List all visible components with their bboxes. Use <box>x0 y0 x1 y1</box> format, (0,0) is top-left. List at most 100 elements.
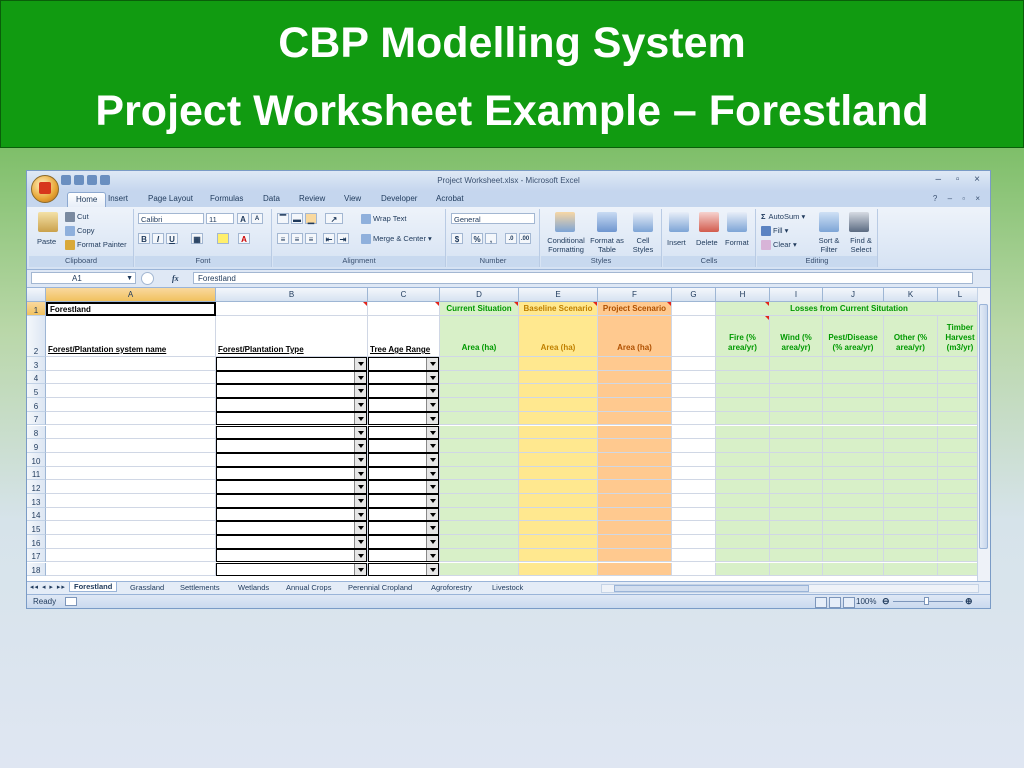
delete-cells-icon[interactable] <box>699 212 719 232</box>
dropdown-B5[interactable] <box>216 384 367 399</box>
cell-K18[interactable] <box>884 562 938 577</box>
cell-G1[interactable] <box>672 302 716 316</box>
cell-K5[interactable] <box>884 384 938 399</box>
dropdown-B3[interactable] <box>216 357 367 371</box>
chevron-down-icon[interactable] <box>354 426 366 439</box>
cell-styles-button[interactable]: Cell Styles <box>627 236 659 254</box>
cell-J16[interactable] <box>823 535 884 549</box>
chevron-down-icon[interactable] <box>426 563 438 576</box>
cell-D2[interactable]: Area (ha) <box>440 316 519 357</box>
cell-D7[interactable] <box>440 411 519 426</box>
cell-E13[interactable] <box>519 494 598 508</box>
delete-button[interactable]: Delete <box>696 238 718 247</box>
chevron-down-icon[interactable] <box>354 385 366 398</box>
cell-H2[interactable]: Fire (% area/yr) <box>716 316 770 357</box>
cell-A5[interactable] <box>46 384 216 399</box>
dropdown-C18[interactable] <box>368 562 439 577</box>
column-header-C[interactable]: C <box>368 288 440 302</box>
cell-G13[interactable] <box>672 494 716 508</box>
dropdown-B6[interactable] <box>216 398 367 412</box>
cell-H8[interactable] <box>716 425 770 440</box>
chevron-down-icon[interactable] <box>426 399 438 411</box>
cell-K11[interactable] <box>884 466 938 481</box>
cell-A10[interactable] <box>46 452 216 467</box>
cell-F6[interactable] <box>598 398 672 412</box>
tab-acrobat[interactable]: Acrobat <box>436 194 464 203</box>
cell-I3[interactable] <box>770 357 823 371</box>
insert-button[interactable]: Insert <box>667 238 686 247</box>
decrease-indent-icon[interactable]: ⇤ <box>323 233 335 244</box>
cell-A3[interactable] <box>46 357 216 371</box>
cell-J12[interactable] <box>823 480 884 494</box>
cell-I15[interactable] <box>770 521 823 536</box>
formula-input[interactable]: Forestland <box>193 272 973 284</box>
cell-H6[interactable] <box>716 398 770 412</box>
cell-J13[interactable] <box>823 494 884 508</box>
cell-L2[interactable]: Timber Harvest (m3/yr) <box>938 316 978 357</box>
cell-F15[interactable] <box>598 521 672 536</box>
cell-G4[interactable] <box>672 370 716 385</box>
align-center-icon[interactable]: ≡ <box>291 233 303 244</box>
cell-L11[interactable] <box>938 466 978 481</box>
chevron-down-icon[interactable] <box>354 399 366 411</box>
cell-G10[interactable] <box>672 452 716 467</box>
vertical-scrollbar[interactable] <box>977 288 990 581</box>
cell-L14[interactable] <box>938 507 978 522</box>
cell-H16[interactable] <box>716 535 770 549</box>
chevron-down-icon[interactable]: ▼ <box>86 273 133 285</box>
dropdown-C5[interactable] <box>368 384 439 399</box>
cell-E10[interactable] <box>519 452 598 467</box>
cell-L16[interactable] <box>938 535 978 549</box>
cell-J11[interactable] <box>823 466 884 481</box>
chevron-down-icon[interactable] <box>354 536 366 548</box>
cell-A18[interactable] <box>46 562 216 577</box>
cell-H13[interactable] <box>716 494 770 508</box>
row-header-14[interactable]: 14 <box>27 507 46 522</box>
cell-F18[interactable] <box>598 562 672 577</box>
orientation-icon[interactable]: ↗ <box>325 213 343 224</box>
cell-F1[interactable]: Project Scenario <box>598 302 672 316</box>
column-header-D[interactable]: D <box>440 288 519 302</box>
paste-icon[interactable] <box>38 212 58 232</box>
dropdown-C3[interactable] <box>368 357 439 371</box>
cell-D10[interactable] <box>440 452 519 467</box>
cell-H17[interactable] <box>716 548 770 563</box>
cell-A14[interactable] <box>46 507 216 522</box>
cell-J10[interactable] <box>823 452 884 467</box>
window-controls[interactable]: – ▫ × <box>935 174 986 185</box>
cell-F3[interactable] <box>598 357 672 371</box>
sheet-tab-settlements[interactable]: Settlements <box>180 583 220 592</box>
cell-D3[interactable] <box>440 357 519 371</box>
cell-H3[interactable] <box>716 357 770 371</box>
dropdown-C15[interactable] <box>368 521 439 536</box>
dropdown-C12[interactable] <box>368 480 439 494</box>
cell-L9[interactable] <box>938 439 978 453</box>
cell-A4[interactable] <box>46 370 216 385</box>
chevron-down-icon[interactable] <box>354 495 366 507</box>
cell-G3[interactable] <box>672 357 716 371</box>
cell-G17[interactable] <box>672 548 716 563</box>
format-button[interactable]: Format <box>725 238 749 247</box>
cell-K4[interactable] <box>884 370 938 385</box>
chevron-down-icon[interactable] <box>426 536 438 548</box>
cell-H1[interactable]: Losses from Current Situtation <box>716 302 978 316</box>
chevron-down-icon[interactable] <box>426 495 438 507</box>
cell-K15[interactable] <box>884 521 938 536</box>
cell-D9[interactable] <box>440 439 519 453</box>
cell-G5[interactable] <box>672 384 716 399</box>
cell-H9[interactable] <box>716 439 770 453</box>
dropdown-B8[interactable] <box>216 425 367 440</box>
cell-E1[interactable]: Baseline Scenario <box>519 302 598 316</box>
cell-H11[interactable] <box>716 466 770 481</box>
cell-G18[interactable] <box>672 562 716 577</box>
dropdown-C10[interactable] <box>368 452 439 467</box>
cell-L8[interactable] <box>938 425 978 440</box>
cell-D18[interactable] <box>440 562 519 577</box>
cell-E12[interactable] <box>519 480 598 494</box>
dropdown-B4[interactable] <box>216 370 367 385</box>
copy-button[interactable]: Copy <box>65 226 95 237</box>
column-header-H[interactable]: H <box>716 288 770 302</box>
chevron-down-icon[interactable] <box>426 481 438 493</box>
align-bottom-icon[interactable]: ▁ <box>305 213 317 224</box>
cell-H12[interactable] <box>716 480 770 494</box>
